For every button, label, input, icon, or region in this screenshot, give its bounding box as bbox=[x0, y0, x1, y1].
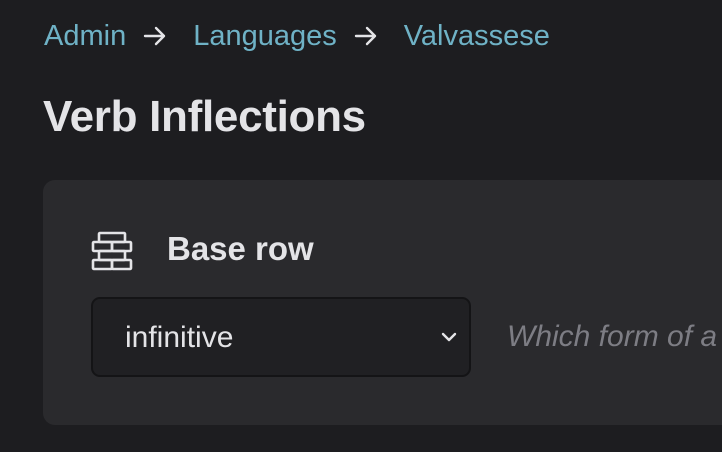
breadcrumb-link-valvassese[interactable]: Valvassese bbox=[404, 20, 550, 53]
breadcrumb-link-admin[interactable]: Admin bbox=[44, 20, 126, 53]
base-row-help-text: Which form of a bbox=[507, 320, 718, 353]
breadcrumb-link-languages[interactable]: Languages bbox=[193, 20, 337, 53]
arrow-right-icon bbox=[354, 26, 378, 46]
chevron-down-icon bbox=[441, 330, 457, 344]
verb-inflections-page: Admin Languages Valvassese Verb Inflecti… bbox=[0, 0, 722, 452]
brick-wall-icon bbox=[91, 231, 133, 273]
arrow-right-icon bbox=[143, 26, 167, 46]
page-title: Verb Inflections bbox=[43, 92, 366, 141]
base-row-label: Base row bbox=[167, 230, 314, 267]
base-row-card: Base row infinitive Which form of a bbox=[43, 180, 722, 425]
breadcrumb: Admin Languages Valvassese bbox=[44, 16, 550, 56]
base-row-select-value: infinitive bbox=[125, 321, 234, 354]
base-row-select[interactable]: infinitive bbox=[91, 297, 471, 377]
